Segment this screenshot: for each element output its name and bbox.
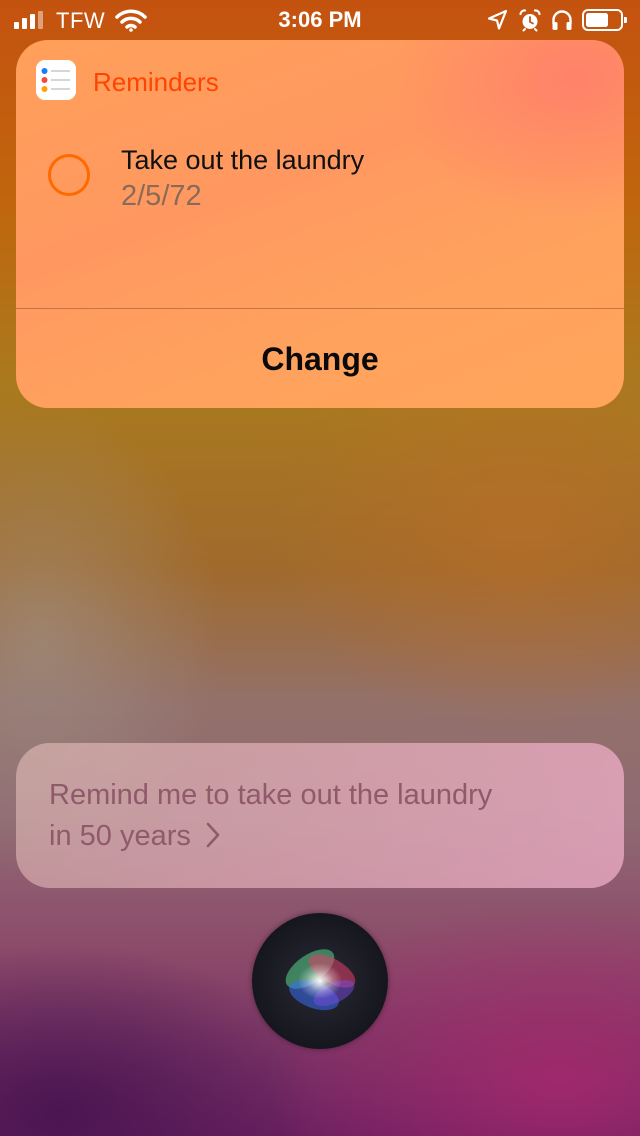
siri-utterance-text: Remind me to take out the laundry in 50 …: [49, 775, 609, 857]
battery-icon: [582, 9, 627, 31]
siri-utterance-bubble[interactable]: Remind me to take out the laundry in 50 …: [16, 743, 624, 888]
divider: [16, 308, 624, 309]
chevron-right-icon[interactable]: [205, 822, 221, 848]
change-button[interactable]: Change: [16, 310, 624, 408]
status-bar: TFW 3:06 PM: [0, 0, 640, 40]
siri-orb-icon: [285, 949, 356, 1011]
reminders-app-icon: [36, 60, 76, 100]
siri-orb-button[interactable]: [252, 913, 388, 1049]
location-arrow-icon: [487, 9, 508, 30]
status-right-icons: [486, 7, 628, 33]
reminder-complete-checkbox[interactable]: [48, 154, 90, 196]
alarm-icon: [519, 9, 541, 32]
reminders-card[interactable]: Reminders Take out the laundry 2/5/72 Ch…: [16, 40, 624, 408]
utterance-line-2: in 50 years: [49, 816, 609, 857]
reminder-title: Take out the laundry: [121, 145, 365, 175]
headphones-icon: [552, 10, 572, 30]
reminder-date: 2/5/72: [121, 180, 202, 212]
utterance-line-1: Remind me to take out the laundry: [49, 779, 493, 811]
app-title: Reminders: [93, 67, 219, 97]
utterance-line-2-text: in 50 years: [49, 820, 191, 852]
